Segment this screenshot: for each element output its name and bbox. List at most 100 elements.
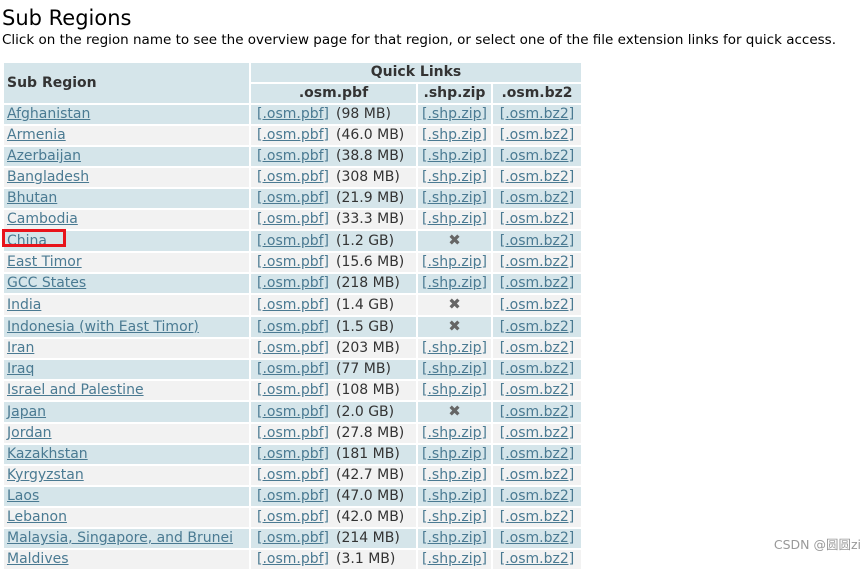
bz2-link[interactable]: [.osm.bz2]	[500, 148, 574, 164]
shp-link[interactable]: [.shp.zip]	[422, 127, 487, 143]
pbf-cell: [.osm.pbf] (15.6 MB)	[251, 253, 416, 272]
shp-link[interactable]: [.shp.zip]	[422, 467, 487, 483]
bz2-link[interactable]: [.osm.bz2]	[500, 488, 574, 504]
region-link[interactable]: Lebanon	[7, 509, 67, 525]
pbf-link[interactable]: [.osm.pbf]	[257, 361, 329, 377]
shp-link[interactable]: [.shp.zip]	[422, 425, 487, 441]
region-link[interactable]: India	[7, 297, 41, 313]
region-link[interactable]: Malaysia, Singapore, and Brunei	[7, 530, 233, 546]
pbf-link[interactable]: [.osm.pbf]	[257, 190, 329, 206]
pbf-link[interactable]: [.osm.pbf]	[257, 233, 329, 249]
pbf-link[interactable]: [.osm.pbf]	[257, 382, 329, 398]
region-link[interactable]: China	[7, 233, 47, 249]
bz2-link[interactable]: [.osm.bz2]	[500, 509, 574, 525]
shp-link[interactable]: [.shp.zip]	[422, 530, 487, 546]
bz2-link[interactable]: [.osm.bz2]	[500, 361, 574, 377]
pbf-link[interactable]: [.osm.pbf]	[257, 148, 329, 164]
pbf-link[interactable]: [.osm.pbf]	[257, 404, 329, 420]
pbf-link[interactable]: [.osm.pbf]	[257, 211, 329, 227]
shp-link[interactable]: [.shp.zip]	[422, 446, 487, 462]
pbf-link[interactable]: [.osm.pbf]	[257, 319, 329, 335]
bz2-link[interactable]: [.osm.bz2]	[500, 190, 574, 206]
bz2-link[interactable]: [.osm.bz2]	[500, 319, 574, 335]
pbf-link[interactable]: [.osm.pbf]	[257, 275, 329, 291]
bz2-link[interactable]: [.osm.bz2]	[500, 340, 574, 356]
bz2-cell: [.osm.bz2]	[493, 550, 581, 569]
bz2-link[interactable]: [.osm.bz2]	[500, 404, 574, 420]
shp-link[interactable]: [.shp.zip]	[422, 361, 487, 377]
region-link[interactable]: Azerbaijan	[7, 148, 81, 164]
region-link[interactable]: Jordan	[7, 425, 52, 441]
shp-link[interactable]: [.shp.zip]	[422, 382, 487, 398]
region-link[interactable]: Kyrgyzstan	[7, 467, 84, 483]
pbf-cell: [.osm.pbf] (1.2 GB)	[251, 231, 416, 251]
region-link[interactable]: Kazakhstan	[7, 446, 88, 462]
pbf-cell: [.osm.pbf] (21.9 MB)	[251, 189, 416, 208]
bz2-link[interactable]: [.osm.bz2]	[500, 425, 574, 441]
bz2-link[interactable]: [.osm.bz2]	[500, 254, 574, 270]
pbf-link[interactable]: [.osm.pbf]	[257, 488, 329, 504]
region-link[interactable]: Laos	[7, 488, 39, 504]
bz2-link[interactable]: [.osm.bz2]	[500, 169, 574, 185]
bz2-link[interactable]: [.osm.bz2]	[500, 297, 574, 313]
pbf-link[interactable]: [.osm.pbf]	[257, 425, 329, 441]
pbf-link[interactable]: [.osm.pbf]	[257, 446, 329, 462]
bz2-link[interactable]: [.osm.bz2]	[500, 127, 574, 143]
shp-link[interactable]: [.shp.zip]	[422, 148, 487, 164]
pbf-link[interactable]: [.osm.pbf]	[257, 467, 329, 483]
shp-link[interactable]: [.shp.zip]	[422, 211, 487, 227]
shp-link[interactable]: [.shp.zip]	[422, 509, 487, 525]
shp-cell: [.shp.zip]	[418, 274, 491, 293]
shp-link[interactable]: [.shp.zip]	[422, 169, 487, 185]
pbf-link[interactable]: [.osm.pbf]	[257, 509, 329, 525]
region-link[interactable]: Armenia	[7, 127, 66, 143]
bz2-link[interactable]: [.osm.bz2]	[500, 233, 574, 249]
pbf-link[interactable]: [.osm.pbf]	[257, 530, 329, 546]
bz2-link[interactable]: [.osm.bz2]	[500, 211, 574, 227]
shp-link[interactable]: [.shp.zip]	[422, 551, 487, 567]
region-link[interactable]: Iraq	[7, 361, 34, 377]
file-size: (181 MB)	[336, 446, 400, 462]
bz2-cell: [.osm.bz2]	[493, 126, 581, 145]
pbf-link[interactable]: [.osm.pbf]	[257, 551, 329, 567]
pbf-link[interactable]: [.osm.pbf]	[257, 254, 329, 270]
bz2-cell: [.osm.bz2]	[493, 274, 581, 293]
bz2-link[interactable]: [.osm.bz2]	[500, 551, 574, 567]
region-link[interactable]: GCC States	[7, 275, 86, 291]
region-link[interactable]: Afghanistan	[7, 106, 90, 122]
region-link[interactable]: Cambodia	[7, 211, 78, 227]
pbf-link[interactable]: [.osm.pbf]	[257, 127, 329, 143]
shp-link[interactable]: [.shp.zip]	[422, 488, 487, 504]
bz2-link[interactable]: [.osm.bz2]	[500, 382, 574, 398]
region-link[interactable]: Israel and Palestine	[7, 382, 144, 398]
file-size: (308 MB)	[336, 169, 400, 185]
region-link[interactable]: Indonesia (with East Timor)	[7, 319, 199, 335]
pbf-cell: [.osm.pbf] (308 MB)	[251, 168, 416, 187]
bz2-link[interactable]: [.osm.bz2]	[500, 106, 574, 122]
pbf-cell: [.osm.pbf] (1.5 GB)	[251, 317, 416, 337]
shp-link[interactable]: [.shp.zip]	[422, 190, 487, 206]
file-size: (46.0 MB)	[336, 127, 405, 143]
region-link[interactable]: Maldives	[7, 551, 69, 567]
region-link[interactable]: Japan	[7, 404, 46, 420]
bz2-link[interactable]: [.osm.bz2]	[500, 275, 574, 291]
region-cell: Afghanistan	[4, 105, 249, 124]
region-link[interactable]: Bangladesh	[7, 169, 89, 185]
region-link[interactable]: Bhutan	[7, 190, 57, 206]
bz2-link[interactable]: [.osm.bz2]	[500, 530, 574, 546]
bz2-link[interactable]: [.osm.bz2]	[500, 446, 574, 462]
shp-link[interactable]: [.shp.zip]	[422, 275, 487, 291]
pbf-link[interactable]: [.osm.pbf]	[257, 106, 329, 122]
bz2-link[interactable]: [.osm.bz2]	[500, 467, 574, 483]
table-row: Kazakhstan [.osm.pbf] (181 MB) [.shp.zip] [.…	[4, 445, 581, 464]
shp-link[interactable]: [.shp.zip]	[422, 254, 487, 270]
pbf-link[interactable]: [.osm.pbf]	[257, 169, 329, 185]
region-link[interactable]: Iran	[7, 340, 34, 356]
region-cell: Japan	[4, 402, 249, 422]
shp-link[interactable]: [.shp.zip]	[422, 106, 487, 122]
region-cell: Jordan	[4, 424, 249, 443]
pbf-link[interactable]: [.osm.pbf]	[257, 340, 329, 356]
shp-link[interactable]: [.shp.zip]	[422, 340, 487, 356]
region-link[interactable]: East Timor	[7, 254, 82, 270]
pbf-link[interactable]: [.osm.pbf]	[257, 297, 329, 313]
